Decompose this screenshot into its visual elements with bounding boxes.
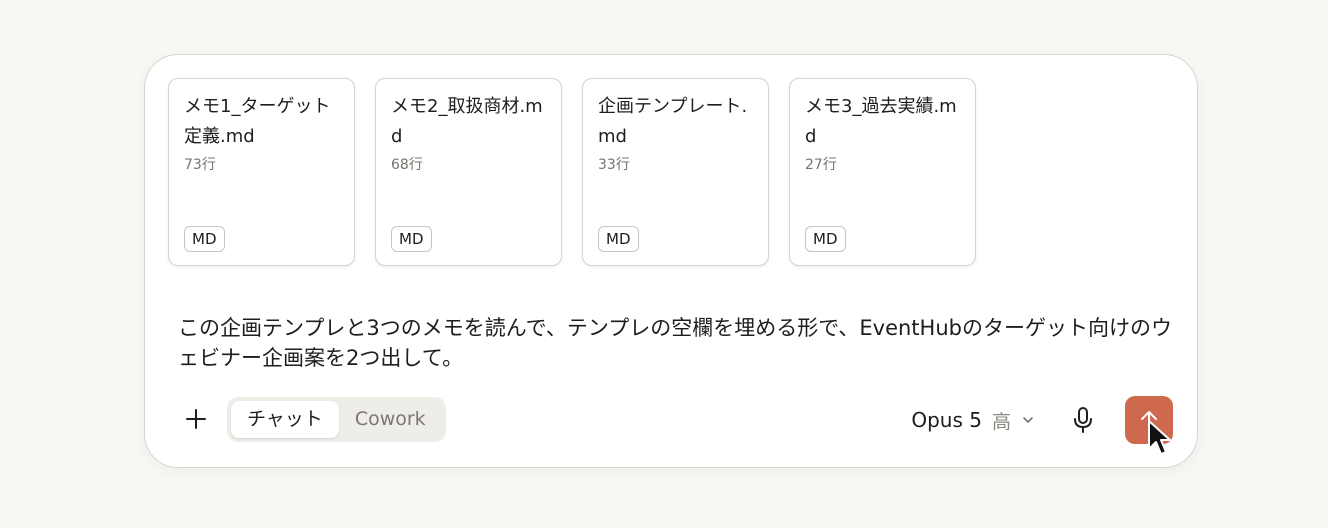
file-type-badge: MD	[598, 226, 639, 252]
attachment-line-count: 73行	[184, 157, 216, 173]
attachment-card[interactable]: メモ2_取扱商材.md 68行 MD	[375, 78, 562, 266]
arrow-up-icon	[1141, 411, 1157, 429]
microphone-icon	[1074, 407, 1092, 433]
attachment-list: メモ1_ターゲット定義.md 73行 MD メモ2_取扱商材.md 68行 MD…	[168, 78, 976, 266]
attachment-line-count: 33行	[598, 157, 630, 173]
attachment-line-count: 68行	[391, 157, 423, 173]
effort-level: 高	[991, 410, 1011, 433]
chat-composer: メモ1_ターゲット定義.md 73行 MD メモ2_取扱商材.md 68行 MD…	[144, 54, 1198, 468]
chevron-down-icon	[1023, 417, 1033, 423]
attachment-card[interactable]: 企画テンプレート.md 33行 MD	[582, 78, 769, 266]
prompt-input[interactable]: この企画テンプレと3つのメモを読んで、テンプレの空欄を埋める形で、EventHu…	[178, 313, 1178, 373]
attachment-card[interactable]: メモ1_ターゲット定義.md 73行 MD	[168, 78, 355, 266]
mode-cowork-button[interactable]: Cowork	[339, 401, 442, 438]
file-type-badge: MD	[184, 226, 225, 252]
attachment-title: メモ1_ターゲット定義.md	[184, 96, 331, 147]
mode-chat-button[interactable]: チャット	[231, 401, 339, 438]
composer-toolbar: チャット Cowork Opus 5 高	[179, 396, 1173, 444]
send-button[interactable]	[1125, 396, 1173, 444]
attachment-title: メモ2_取扱商材.md	[391, 96, 543, 147]
attachment-title: 企画テンプレート.md	[598, 96, 748, 147]
file-type-badge: MD	[805, 226, 846, 252]
attachment-line-count: 27行	[805, 157, 837, 173]
file-type-badge: MD	[391, 226, 432, 252]
microphone-button[interactable]	[1066, 403, 1100, 437]
plus-icon	[186, 409, 206, 429]
attachment-title: メモ3_過去実績.md	[805, 96, 957, 147]
model-name: Opus 5	[911, 408, 982, 432]
mode-toggle: チャット Cowork	[227, 397, 446, 442]
add-attachment-button[interactable]	[179, 402, 213, 436]
model-selector[interactable]: Opus 5 高	[911, 396, 1035, 444]
attachment-card[interactable]: メモ3_過去実績.md 27行 MD	[789, 78, 976, 266]
